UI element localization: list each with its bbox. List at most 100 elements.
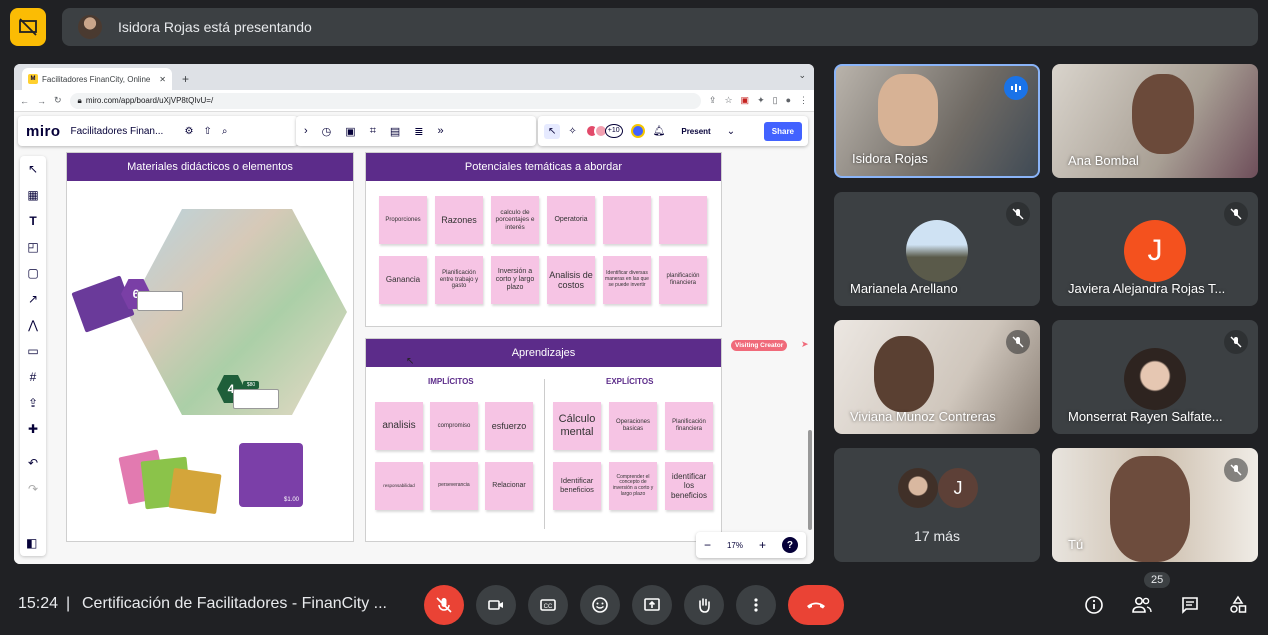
comment-tool-icon[interactable]: ▭ <box>27 344 38 358</box>
template-icon[interactable]: ▦ <box>27 188 38 202</box>
share-button[interactable]: Share <box>763 121 802 141</box>
board-name[interactable]: Facilitadores Finan... <box>71 126 175 137</box>
my-avatar[interactable] <box>630 124 645 138</box>
sticky-note[interactable]: compromiso <box>430 402 478 450</box>
sticky-note[interactable]: Ganancia <box>379 256 427 304</box>
close-tab-icon[interactable]: ✕ <box>159 75 166 84</box>
frame-tool-icon[interactable]: # <box>30 370 37 384</box>
notifications-bell-icon[interactable]: 🔔︎ <box>653 126 666 137</box>
text-tool-icon[interactable]: T <box>29 214 36 228</box>
sticky-note[interactable]: responsabilidad <box>375 462 423 510</box>
shape-tool-icon[interactable]: ▢ <box>27 266 38 280</box>
camera-toggle-button[interactable] <box>476 585 516 625</box>
reload-icon[interactable]: ↻ <box>54 95 62 106</box>
document-icon[interactable]: ≣ <box>414 125 423 138</box>
raise-hand-button[interactable] <box>684 585 724 625</box>
miro-canvas[interactable]: Materiales didácticos o elementos 6 4 $8… <box>14 112 814 564</box>
meeting-info-button[interactable] <box>1078 589 1110 621</box>
card-icon[interactable]: ▤ <box>390 125 400 138</box>
sticky-note[interactable]: Comprender el concepto de inversión a co… <box>609 462 657 510</box>
leave-call-button[interactable] <box>788 585 844 625</box>
puzzle-icon[interactable]: ✦ <box>757 95 765 106</box>
sticky-note[interactable] <box>603 196 651 244</box>
sidebar-icon[interactable]: ▯ <box>773 95 778 106</box>
more-chevron-icon[interactable]: » <box>438 125 444 137</box>
sticky-note[interactable]: Operatoria <box>547 196 595 244</box>
participant-tile[interactable]: Ana Bombal <box>1052 64 1258 178</box>
present-button[interactable]: Present <box>673 127 718 136</box>
board-panel-icon[interactable]: ◧ <box>26 536 37 550</box>
more-options-button[interactable] <box>736 585 776 625</box>
help-button[interactable]: ? <box>781 537 798 553</box>
sticky-note[interactable]: analisis <box>375 402 423 450</box>
reactions-button[interactable] <box>580 585 620 625</box>
settings-gear-icon[interactable]: ⚙ <box>185 126 194 137</box>
chrome-menu-icon[interactable]: ⋮ <box>799 95 808 106</box>
sticky-note-tool-icon[interactable]: ◰ <box>27 240 38 254</box>
present-dropdown-icon[interactable]: ⌄ <box>727 126 735 137</box>
sticky-note[interactable] <box>659 196 707 244</box>
zoom-out-button[interactable]: − <box>704 538 711 552</box>
sticky-note[interactable]: Razones <box>435 196 483 244</box>
sticky-note[interactable]: Operaciones basicas <box>609 402 657 450</box>
reactions-icon[interactable]: ✧ <box>568 126 576 137</box>
export-icon[interactable]: ⇧ <box>203 126 211 137</box>
chevron-right-icon[interactable]: › <box>304 125 308 137</box>
zoom-in-button[interactable]: + <box>759 538 766 552</box>
extension-icon[interactable]: ▣ <box>741 95 750 106</box>
sticky-note[interactable]: Analisis de costos <box>547 256 595 304</box>
participant-tile[interactable]: Viviana Munoz Contreras <box>834 320 1040 434</box>
frame-materials[interactable]: Materiales didácticos o elementos 6 4 $8… <box>66 152 354 542</box>
share-page-icon[interactable]: ⇪ <box>709 95 717 106</box>
sticky-note[interactable]: esfuerzo <box>485 402 533 450</box>
upload-icon[interactable]: ⇪ <box>28 396 38 410</box>
sticky-note[interactable]: Planificación entre trabajo y gasto <box>435 256 483 304</box>
pen-tool-icon[interactable]: ⋀ <box>28 318 38 332</box>
connector-tool-icon[interactable]: ↗ <box>28 292 38 306</box>
undo-icon[interactable]: ↶ <box>28 456 38 470</box>
forward-icon[interactable]: → <box>37 96 46 106</box>
cursor-select-icon[interactable]: ↖ <box>544 123 561 139</box>
browser-tab[interactable]: M Facilitadores FinanCity, Online ✕ <box>22 68 172 90</box>
back-icon[interactable]: ← <box>20 96 29 106</box>
sticky-note[interactable]: Identificar beneficios <box>553 462 601 510</box>
zoom-level[interactable]: 17% <box>727 541 743 550</box>
sticky-note[interactable]: Cálculo mental <box>553 402 601 450</box>
timer-icon[interactable]: ◷ <box>322 125 332 138</box>
participant-tile[interactable]: J Javiera Alejandra Rojas T... <box>1052 192 1258 306</box>
sticky-note[interactable]: Relacionar <box>485 462 533 510</box>
canvas-scrollbar[interactable] <box>808 430 812 530</box>
sticky-note[interactable]: Planificación financiera <box>665 402 713 450</box>
miro-logo[interactable]: miro <box>26 123 61 140</box>
captions-button[interactable]: CC <box>528 585 568 625</box>
tab-search-icon[interactable]: ⌄ <box>798 70 806 81</box>
participant-tile[interactable]: Isidora Rojas <box>834 64 1040 178</box>
self-tile[interactable]: Tú <box>1052 448 1258 562</box>
select-tool-icon[interactable]: ↖ <box>28 162 38 176</box>
sticky-note[interactable]: identificar los beneficios <box>665 462 713 510</box>
search-icon[interactable]: ⌕ <box>222 126 228 137</box>
image-tool-icon[interactable]: ▣ <box>345 125 355 138</box>
chat-button[interactable] <box>1174 589 1206 621</box>
add-more-icon[interactable]: ✚ <box>28 422 38 436</box>
focus-icon[interactable]: ⌗ <box>370 125 376 138</box>
participant-tile[interactable]: Monserrat Rayen Salfate... <box>1052 320 1258 434</box>
url-field[interactable]: 🔒︎ miro.com/app/board/uXjVP8tQIvU=/ <box>69 92 701 109</box>
activities-button[interactable] <box>1222 589 1254 621</box>
people-button[interactable] <box>1126 589 1158 621</box>
sticky-note[interactable]: Inversión a corto y largo plazo <box>491 256 539 304</box>
sticky-note[interactable]: Identificar diversas maneras en las que … <box>603 256 651 304</box>
redo-icon[interactable]: ↷ <box>28 482 38 496</box>
sticky-note[interactable]: planificación financiera <box>659 256 707 304</box>
sticky-note[interactable]: perseverancia <box>430 462 478 510</box>
participant-tile[interactable]: Marianela Arellano <box>834 192 1040 306</box>
sticky-note[interactable]: Proporciones <box>379 196 427 244</box>
stop-presenting-button[interactable] <box>10 8 46 46</box>
collaborator-avatars[interactable]: +10 <box>584 124 623 138</box>
present-screen-button[interactable] <box>632 585 672 625</box>
mic-toggle-button[interactable] <box>424 585 464 625</box>
profile-icon[interactable]: ● <box>786 95 791 106</box>
more-participants-tile[interactable]: J 17 más <box>834 448 1040 562</box>
new-tab-button[interactable]: + <box>182 72 189 86</box>
sticky-note[interactable]: calculo de porcentajes e interés <box>491 196 539 244</box>
